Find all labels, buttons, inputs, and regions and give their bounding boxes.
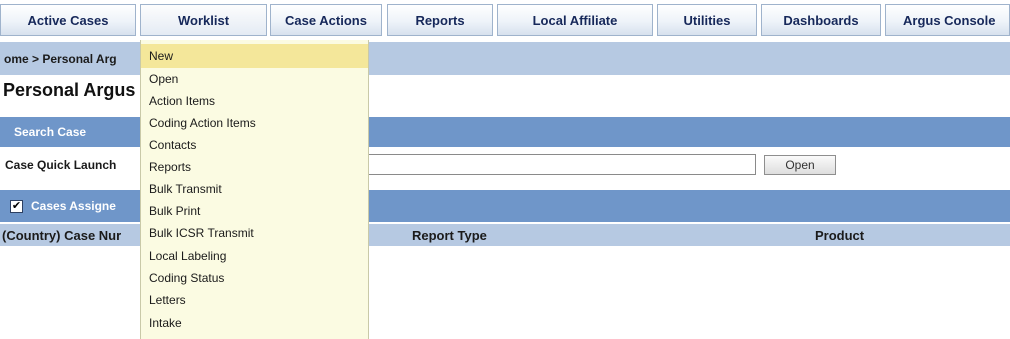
cases-assigned-checkbox[interactable]: ✔ [10,199,23,213]
column-header-case-number[interactable]: (Country) Case Nur [2,228,121,243]
menu-item-action-items[interactable]: Action Items [141,90,368,112]
case-quick-launch-label: Case Quick Launch [5,158,117,172]
menu-item-coding-action-items[interactable]: Coding Action Items [141,112,368,134]
menu-item-local-labeling[interactable]: Local Labeling [141,245,368,267]
tab-reports[interactable]: Reports [387,4,493,36]
menu-item-open[interactable]: Open [141,68,368,90]
menu-item-intake[interactable]: Intake [141,312,368,334]
menu-item-new[interactable]: New [141,44,368,68]
menu-item-coding-status[interactable]: Coding Status [141,267,368,289]
open-button[interactable]: Open [764,155,836,175]
tab-utilities[interactable]: Utilities [657,4,757,36]
menu-item-reports[interactable]: Reports [141,156,368,178]
menu-item-bulk-icsr-transmit[interactable]: Bulk ICSR Transmit [141,222,368,244]
tab-argus-console[interactable]: Argus Console [885,4,1010,36]
column-header-report-type[interactable]: Report Type [412,228,487,243]
breadcrumb-text[interactable]: ome > Personal Arg [4,52,117,66]
top-navigation: Active Cases Worklist Case Actions Repor… [0,0,1010,40]
tab-local-affiliate[interactable]: Local Affiliate [497,4,653,36]
menu-item-bulk-transmit[interactable]: Bulk Transmit [141,178,368,200]
page-title: Personal Argus [3,80,136,100]
menu-item-letters[interactable]: Letters [141,289,368,311]
tab-worklist[interactable]: Worklist [140,4,267,36]
worklist-dropdown-menu: New Open Action Items Coding Action Item… [140,40,369,339]
tab-active-cases[interactable]: Active Cases [0,4,136,36]
menu-item-contacts[interactable]: Contacts [141,134,368,156]
cases-assigned-title: Cases Assigne [31,199,116,213]
column-header-product[interactable]: Product [815,228,864,243]
menu-item-bulk-print[interactable]: Bulk Print [141,200,368,222]
search-case-title: Search Case [14,125,87,139]
tab-case-actions[interactable]: Case Actions [270,4,382,36]
tab-dashboards[interactable]: Dashboards [761,4,881,36]
